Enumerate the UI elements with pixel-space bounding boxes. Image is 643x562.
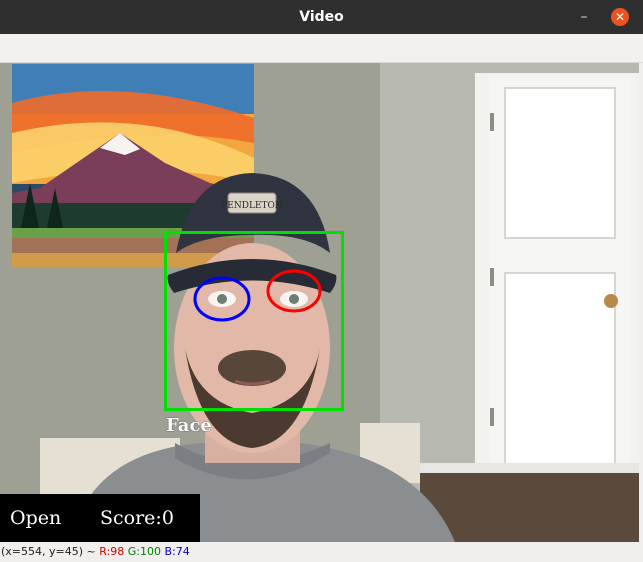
toolbar (0, 34, 643, 63)
title-bar[interactable]: Video – ✕ (0, 0, 643, 34)
minimize-icon[interactable]: – (575, 8, 593, 26)
overlay-status-box: Open Score:0 (0, 494, 200, 542)
cursor-coordinates: (x=554, y=45) ~ (1, 545, 96, 558)
face-label: Face (166, 415, 212, 436)
video-frame: PENDLETON Face Open Score:0 (0, 63, 643, 542)
video-window: Video – ✕ PENDLETON Face Open Score:0 (x… (0, 0, 643, 562)
pixel-blue-value: B:74 (164, 545, 190, 558)
window-title: Video (299, 9, 344, 25)
window-right-edge (639, 63, 643, 542)
pixel-green-value: G:100 (127, 545, 161, 558)
svg-text:PENDLETON: PENDLETON (221, 201, 283, 211)
eye-state-label: Open (10, 507, 62, 529)
face-detection-box (164, 231, 344, 411)
pixel-red-value: R:98 (99, 545, 125, 558)
score-label: Score:0 (100, 507, 174, 529)
close-icon[interactable]: ✕ (611, 8, 629, 26)
status-bar: (x=554, y=45) ~ R:98 G:100 B:74 (0, 542, 643, 562)
